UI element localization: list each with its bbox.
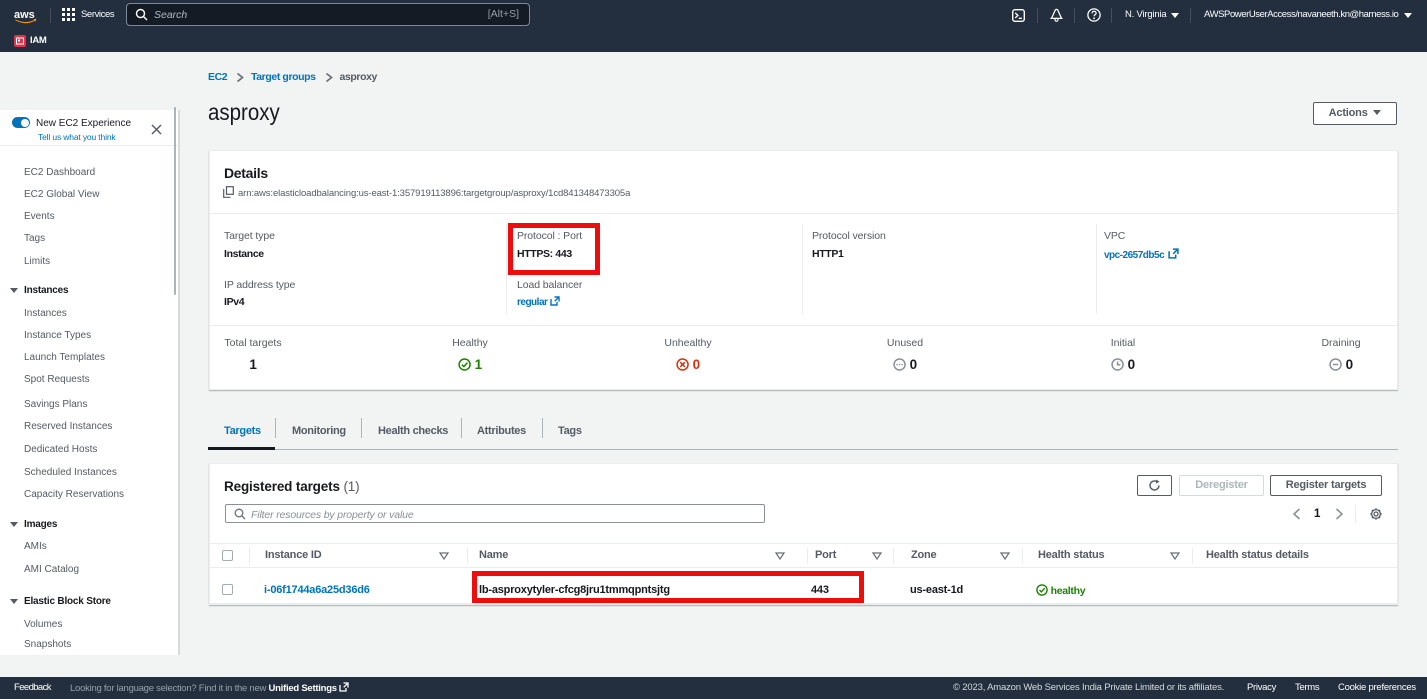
svg-text:aws: aws [14, 9, 35, 21]
